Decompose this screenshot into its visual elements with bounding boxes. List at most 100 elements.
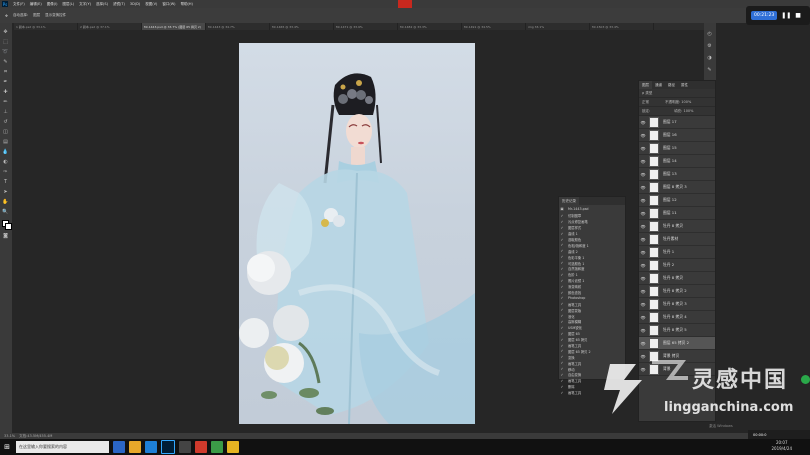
visibility-eye-icon[interactable]: 👁: [639, 224, 647, 229]
stop-icon[interactable]: ■: [795, 12, 801, 19]
menu-item-window[interactable]: 窗口(W): [162, 2, 175, 7]
visibility-eye-icon[interactable]: 👁: [639, 146, 647, 151]
menu-item-help[interactable]: 帮助(H): [181, 2, 193, 7]
history-snapshot[interactable]: Mr-1443.psd: [568, 207, 589, 211]
show-transform-controls[interactable]: 显示变换控件: [45, 13, 66, 18]
visibility-eye-icon[interactable]: 👁: [639, 250, 647, 255]
doc-tab[interactable]: img 33.1%: [526, 23, 590, 30]
zoom-tool-icon[interactable]: 🔍: [2, 208, 9, 215]
app-icon[interactable]: [179, 441, 191, 453]
fill-field[interactable]: 填充: 100%: [674, 109, 693, 114]
task-view-icon[interactable]: [113, 441, 125, 453]
layer-row[interactable]: 👁 图层 12: [639, 194, 715, 207]
tab-channels[interactable]: 通道: [652, 81, 665, 89]
doc-tab-active[interactable]: Mr-1443.psd @ 33.7% (图层 65 拷贝 2): [142, 23, 206, 30]
healing-brush-tool-icon[interactable]: ✚: [2, 88, 9, 95]
history-icon[interactable]: ◴: [706, 30, 713, 37]
move-tool-icon[interactable]: ✥: [2, 28, 9, 35]
menu-item-type[interactable]: 文字(Y): [79, 2, 91, 7]
type-tool-icon[interactable]: T: [2, 178, 9, 185]
doc-tab[interactable]: 1 副本.psd @ 33.1%: [14, 23, 78, 30]
eraser-tool-icon[interactable]: ◫: [2, 128, 9, 135]
menu-item-image[interactable]: 图像(I): [47, 2, 58, 7]
visibility-eye-icon[interactable]: 👁: [639, 276, 647, 281]
edge-browser-icon[interactable]: [145, 441, 157, 453]
visibility-eye-icon[interactable]: 👁: [639, 328, 647, 333]
history-check-icon[interactable]: ✓: [559, 296, 565, 300]
history-check-icon[interactable]: ✓: [559, 391, 565, 395]
history-check-icon[interactable]: ✓: [559, 344, 565, 348]
document-canvas[interactable]: [239, 43, 475, 424]
history-check-icon[interactable]: ✓: [559, 338, 565, 342]
layer-row[interactable]: 👁 牡丹 8 拷贝 4: [639, 311, 715, 324]
layer-row[interactable]: 👁 牡丹素材: [639, 233, 715, 246]
history-check-icon[interactable]: ✓: [559, 361, 565, 365]
menu-item-file[interactable]: 文件(F): [13, 2, 25, 7]
history-check-icon[interactable]: ✓: [559, 238, 565, 242]
taskbar-clock[interactable]: 20:07 2019/4/24: [771, 440, 792, 452]
gradient-tool-icon[interactable]: ▤: [2, 138, 9, 145]
visibility-eye-icon[interactable]: 👁: [639, 341, 647, 346]
visibility-eye-icon[interactable]: 👁: [639, 172, 647, 177]
blur-tool-icon[interactable]: 💧: [2, 148, 9, 155]
tab-paths[interactable]: 路径: [665, 81, 678, 89]
tab-layers[interactable]: 图层: [639, 81, 652, 89]
layer-row[interactable]: 👁 牡丹 1: [639, 246, 715, 259]
visibility-eye-icon[interactable]: 👁: [639, 120, 647, 125]
history-check-icon[interactable]: ✓: [559, 214, 565, 218]
doc-tab[interactable]: Mr-1482 @ 33.3%: [398, 23, 462, 30]
history-check-icon[interactable]: ✓: [559, 320, 565, 324]
history-check-icon[interactable]: ✓: [559, 249, 565, 253]
history-check-icon[interactable]: ✓: [559, 285, 565, 289]
layer-row[interactable]: 👁 图层 13: [639, 168, 715, 181]
history-check-icon[interactable]: ✓: [559, 291, 565, 295]
visibility-eye-icon[interactable]: 👁: [639, 315, 647, 320]
history-check-icon[interactable]: ✓: [559, 267, 565, 271]
history-check-icon[interactable]: ✓: [559, 314, 565, 318]
menu-item-3d[interactable]: 3D(D): [130, 2, 140, 6]
quick-select-tool-icon[interactable]: ✎: [2, 58, 9, 65]
quick-mask-icon[interactable]: ◙: [2, 232, 9, 239]
history-check-icon[interactable]: ✓: [559, 273, 565, 277]
layer-row[interactable]: 👁 牡丹 8 拷贝: [639, 220, 715, 233]
brush-tool-icon[interactable]: ✏: [2, 98, 9, 105]
doc-tab[interactable]: Mr-1471 @ 33.9%: [334, 23, 398, 30]
layer-row[interactable]: 👁 牡丹 8 拷贝 2: [639, 285, 715, 298]
layer-row[interactable]: 👁 牡丹 8 拷贝: [639, 272, 715, 285]
visibility-eye-icon[interactable]: 👁: [639, 185, 647, 190]
menu-item-filter[interactable]: 滤镜(T): [113, 2, 125, 7]
properties-icon[interactable]: ⚙: [706, 42, 713, 49]
menu-item-edit[interactable]: 编辑(E): [30, 2, 42, 7]
folder-icon[interactable]: [227, 441, 239, 453]
history-check-icon[interactable]: ✓: [559, 243, 565, 247]
clone-stamp-tool-icon[interactable]: ⊥: [2, 108, 9, 115]
history-check-icon[interactable]: ✓: [559, 332, 565, 336]
history-check-icon[interactable]: ✓: [559, 349, 565, 353]
visibility-eye-icon[interactable]: 👁: [639, 198, 647, 203]
move-tool-icon[interactable]: ✥: [5, 14, 8, 18]
marquee-tool-icon[interactable]: ⬚: [2, 38, 9, 45]
history-check-icon[interactable]: ✓: [559, 261, 565, 265]
doc-tab[interactable]: Mr-1503 @ 33.4%: [590, 23, 654, 30]
file-explorer-icon[interactable]: [129, 441, 141, 453]
layer-row[interactable]: 👁 牡丹 2: [639, 259, 715, 272]
dodge-tool-icon[interactable]: ◐: [2, 158, 9, 165]
hand-tool-icon[interactable]: ✋: [2, 198, 9, 205]
layer-row[interactable]: 👁 牡丹 8 拷贝 5: [639, 324, 715, 337]
doc-tab[interactable]: Mr-1465 @ 33.4%: [270, 23, 334, 30]
layer-row[interactable]: 👁 图层 16: [639, 129, 715, 142]
visibility-eye-icon[interactable]: 👁: [639, 159, 647, 164]
layer-row[interactable]: 👁 牡丹 8 拷贝 3: [639, 298, 715, 311]
wechat-icon[interactable]: [211, 441, 223, 453]
recorder-app-icon[interactable]: [195, 441, 207, 453]
history-check-icon[interactable]: ✓: [559, 279, 565, 283]
crop-tool-icon[interactable]: ⌗: [2, 68, 9, 75]
layer-filter-select[interactable]: ρ 类型: [642, 91, 652, 96]
background-color-swatch[interactable]: [5, 223, 12, 230]
blend-mode-select[interactable]: 正常: [642, 100, 649, 105]
visibility-eye-icon[interactable]: 👁: [639, 289, 647, 294]
taskbar-search-input[interactable]: 在这里输入你要搜索的内容: [16, 441, 109, 453]
history-check-icon[interactable]: ✓: [559, 226, 565, 230]
history-panel-tab[interactable]: 历史记录: [559, 197, 579, 205]
visibility-eye-icon[interactable]: 👁: [639, 263, 647, 268]
